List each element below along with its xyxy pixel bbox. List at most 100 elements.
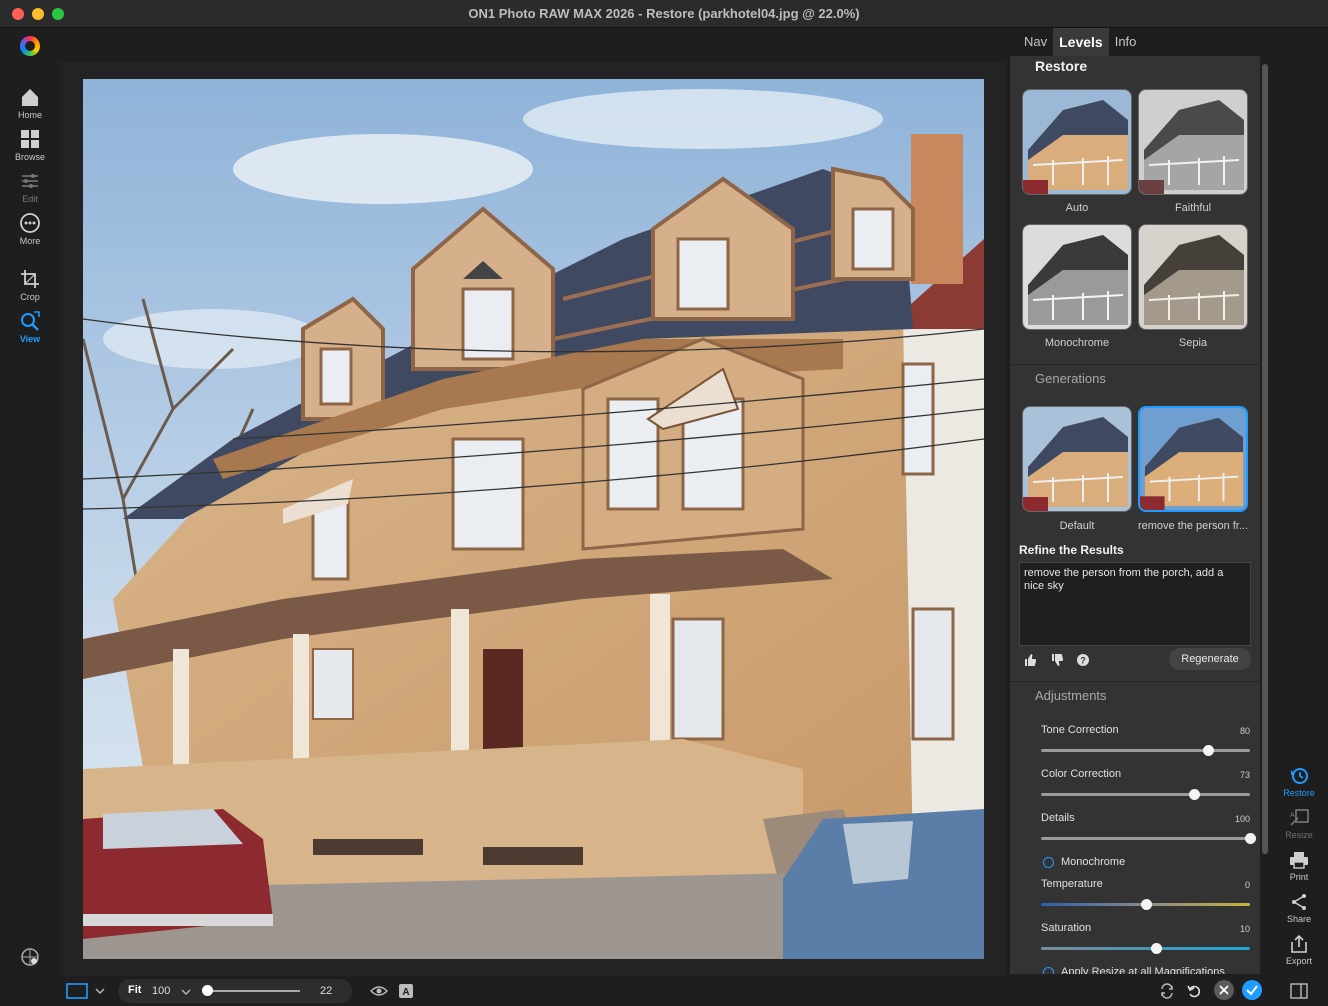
nav-home[interactable]: Home [0, 86, 60, 120]
share-icon [1292, 894, 1306, 910]
resize-icon: AI [1290, 809, 1309, 826]
tone-correction-label: Tone Correction [1041, 724, 1119, 736]
help-circle-icon[interactable]: ? [1076, 653, 1090, 667]
grid-icon [21, 130, 39, 148]
thumbs-up-icon[interactable] [1023, 653, 1037, 667]
nav-edit-label: Edit [22, 194, 38, 204]
divider [1010, 681, 1260, 682]
nav-more-label: More [19, 236, 41, 246]
details-slider[interactable] [1041, 833, 1256, 844]
preset-sepia[interactable] [1138, 224, 1248, 330]
svg-text:?: ? [1080, 656, 1086, 666]
generation-default[interactable] [1022, 406, 1132, 512]
tool-share[interactable]: Share [1270, 892, 1328, 924]
tab-info[interactable]: Info [1109, 28, 1143, 56]
crop-icon [21, 270, 39, 288]
details-value: 100 [1234, 814, 1250, 824]
preset-monochrome[interactable] [1022, 224, 1132, 330]
temperature-slider[interactable] [1041, 899, 1250, 910]
zoom-dropdown-icon[interactable] [180, 986, 192, 998]
right-toolbar: Restore AI Resize Print Share Export [1270, 56, 1328, 974]
view-mode-icon[interactable] [66, 982, 88, 1000]
sync-icon[interactable] [1159, 983, 1175, 999]
tool-export[interactable]: Export [1270, 934, 1328, 966]
undo-icon[interactable] [1186, 983, 1202, 999]
tone-correction-value: 80 [1239, 726, 1250, 736]
nav-more[interactable]: More [0, 212, 60, 246]
panel-scrollbar[interactable] [1262, 64, 1268, 854]
color-correction-value: 73 [1239, 770, 1250, 780]
window-title: ON1 Photo RAW MAX 2026 - Restore (parkho… [468, 6, 860, 21]
saturation-slider[interactable] [1041, 943, 1250, 954]
tool-print[interactable]: Print [1270, 850, 1328, 882]
slider-handle[interactable] [1245, 833, 1256, 844]
nav-crop[interactable]: Crop [0, 268, 60, 302]
apply-resize-radio[interactable] [1043, 967, 1054, 974]
fit-value[interactable]: 100 [152, 985, 170, 997]
temperature-label: Temperature [1041, 878, 1103, 890]
fit-button[interactable]: Fit [128, 984, 141, 996]
eye-icon[interactable] [370, 984, 388, 998]
tool-resize[interactable]: AI Resize [1270, 808, 1328, 840]
thumbs-down-icon[interactable] [1050, 653, 1064, 667]
svg-text:A: A [402, 987, 409, 998]
cancel-button[interactable] [1213, 979, 1235, 1001]
tab-levels[interactable]: Levels [1053, 28, 1109, 56]
main-photo[interactable] [83, 79, 984, 959]
nav-browse[interactable]: Browse [0, 128, 60, 162]
nav-crop-label: Crop [20, 292, 40, 302]
color-correction-slider[interactable] [1041, 789, 1250, 800]
slider-handle[interactable] [1188, 789, 1200, 800]
view-icon [21, 311, 40, 331]
tool-print-label: Print [1289, 872, 1309, 882]
tool-export-label: Export [1285, 956, 1312, 966]
zoom-control: Fit 100 22 [118, 979, 352, 1003]
adjustments-title: Adjustments [1035, 688, 1107, 703]
restore-icon [1291, 768, 1308, 784]
left-nav: Home Browse Edit More Crop View [0, 62, 60, 976]
zoom-slider-handle[interactable] [202, 985, 213, 996]
help-icon[interactable] [19, 946, 41, 968]
refine-prompt-input[interactable]: remove the person from the porch, add a … [1019, 562, 1251, 646]
slider-handle[interactable] [1150, 943, 1162, 954]
monochrome-radio[interactable] [1043, 857, 1054, 868]
more-icon [20, 213, 40, 233]
temperature-value: 0 [1244, 880, 1250, 890]
zoom-slider[interactable] [206, 990, 300, 992]
panel-toggle-icon[interactable] [1290, 983, 1308, 999]
preset-auto[interactable] [1022, 89, 1132, 195]
app-logo-icon[interactable] [20, 36, 40, 56]
apply-resize-label: Apply Resize at all Magnifications [1061, 966, 1225, 974]
tab-nav[interactable]: Nav [1018, 28, 1053, 56]
nav-home-label: Home [17, 110, 42, 120]
chevron-down-icon[interactable] [94, 985, 106, 997]
panel-tabs: Nav Levels Info [1018, 28, 1142, 56]
preset-sepia-label: Sepia [1178, 337, 1208, 349]
tone-correction-slider[interactable] [1041, 745, 1250, 756]
preset-monochrome-label: Monochrome [1044, 337, 1110, 349]
saturation-value: 10 [1239, 924, 1250, 934]
regenerate-button[interactable]: Regenerate [1169, 648, 1251, 670]
ai-compare-icon[interactable]: A [398, 983, 414, 999]
nav-view-label: View [19, 334, 41, 344]
zoom-value: 22 [320, 985, 333, 997]
apply-button[interactable] [1241, 979, 1263, 1001]
export-icon [1291, 934, 1307, 953]
tool-restore-label: Restore [1283, 788, 1315, 798]
preset-faithful[interactable] [1138, 89, 1248, 195]
preset-auto-label: Auto [1065, 202, 1089, 214]
nav-view[interactable]: View [0, 310, 60, 344]
monochrome-label: Monochrome [1061, 856, 1126, 868]
tool-restore[interactable]: Restore [1270, 766, 1328, 798]
saturation-label: Saturation [1041, 922, 1092, 934]
home-icon [22, 89, 38, 106]
nav-edit[interactable]: Edit [0, 170, 60, 204]
color-correction-label: Color Correction [1041, 768, 1122, 780]
generation-custom[interactable] [1138, 406, 1248, 512]
slider-handle[interactable] [1140, 899, 1152, 910]
slider-handle[interactable] [1203, 745, 1215, 756]
sliders-icon [22, 174, 38, 188]
bottom-bar: Fit 100 22 A [0, 976, 1328, 1006]
title-bar: ON1 Photo RAW MAX 2026 - Restore (parkho… [0, 0, 1328, 28]
tool-resize-label: Resize [1285, 830, 1313, 840]
